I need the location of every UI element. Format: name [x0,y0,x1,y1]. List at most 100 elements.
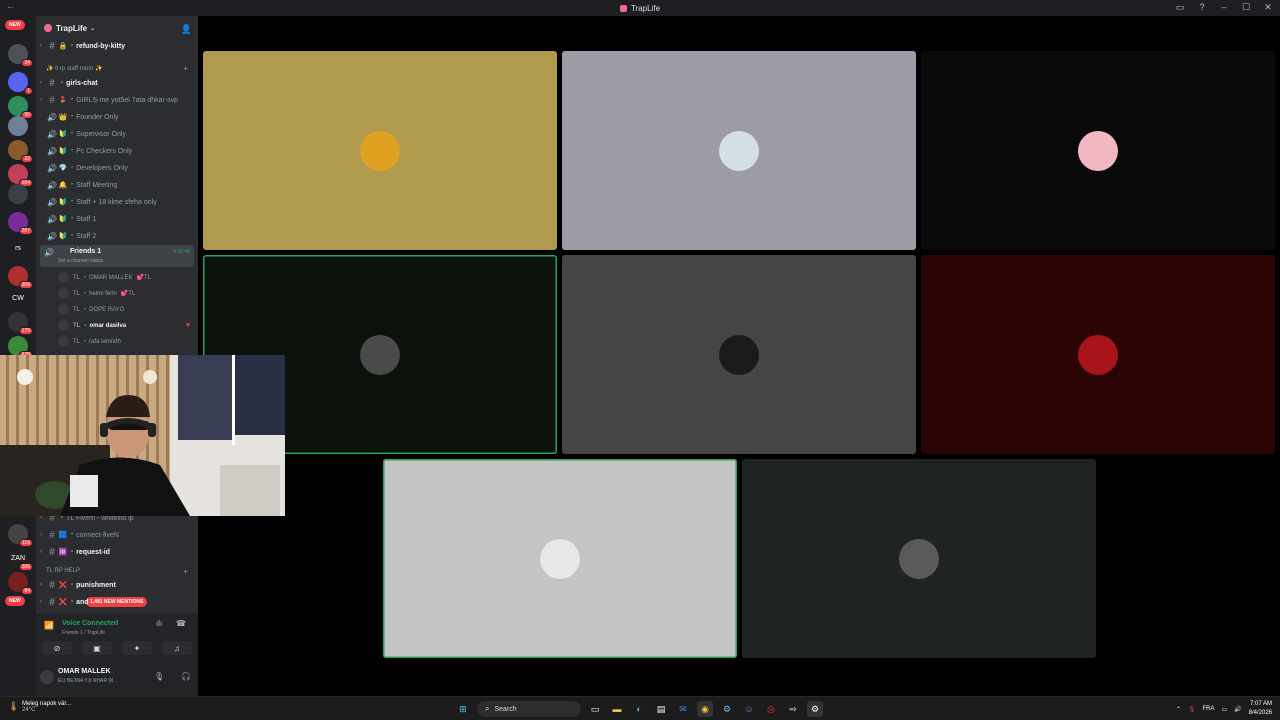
maximize-button[interactable]: ☐ [1240,2,1252,13]
mention-badge: 116 [19,539,33,547]
new-servers-pill[interactable]: NEW [5,596,25,606]
server-icon[interactable]: ZAN 306 [8,548,33,571]
participant-tile[interactable] [383,459,737,658]
inbox-icon[interactable]: ▭ [1174,2,1186,13]
disconnect-icon[interactable]: ☎ [176,619,186,628]
server-icon[interactable]: 164 [8,164,33,187]
store-icon[interactable]: ▤ [653,701,669,717]
server-icon[interactable]: 84 [8,572,33,595]
window-title: TrapLife [0,4,1280,13]
discord-icon[interactable]: ☺ [741,701,757,717]
voice-user[interactable]: TL • rafa lamridh [58,334,194,349]
voice-channel[interactable]: 🔊 🔰 • Staff 1 [40,211,194,227]
text-channel[interactable]: › # ❌ • and [40,594,194,610]
server-icon[interactable]: 179 [8,312,33,335]
network-icon[interactable]: ▭ [1221,706,1227,713]
category-header[interactable]: ✨ tl rp staff room ✨ + [46,62,194,74]
chrome-icon[interactable]: ◉ [697,701,713,717]
hash-icon: # [49,596,55,608]
voice-user[interactable]: TL • OMAR MALLEK 💕TL [58,270,194,285]
user-tag: TL [73,274,81,281]
participant-tile[interactable] [742,459,1096,658]
voice-channel[interactable]: 🔊 👑 • Founder Only [40,109,194,125]
server-icon[interactable]: rs [8,238,28,258]
voice-user[interactable]: TL • DOPE RAYO [58,302,194,317]
server-icon[interactable]: CW [8,288,28,308]
server-icon[interactable]: 22 [8,140,33,163]
text-channel[interactable]: › # 🔒 • refund-by-kitty [40,38,194,54]
tray-chevron-icon[interactable]: ⌃ [1176,706,1181,713]
participant-tile[interactable] [921,255,1275,454]
voice-channel[interactable]: 🔊 🔰 • Supervisor Only [40,126,194,142]
settings-app-icon[interactable]: ⚙ [807,701,823,717]
server-icon[interactable]: 678 [8,336,33,359]
voice-channel[interactable]: 🔊 🔔 • Staff Meeting [40,177,194,193]
text-channel[interactable]: › # ❌ • punishment [40,577,194,593]
edge-icon[interactable]: ◐ [631,701,647,717]
channel-name: request-id [76,548,110,556]
volume-icon[interactable]: 🔊 [1234,706,1241,713]
category-header[interactable]: TL RP HELP + [46,565,194,577]
text-channel[interactable]: › # 🟦 • connect-fiveN [40,527,194,543]
text-channel[interactable]: › # 💄 • GIRLS-me yot5el 7ata dhkar-svp [40,92,194,108]
arrow-app-icon[interactable]: ⇨ [785,701,801,717]
language-indicator[interactable]: FRA [1202,706,1214,712]
steam-icon[interactable]: ⚙ [719,701,735,717]
server-icon[interactable]: 116 [8,524,33,547]
category-name: ✨ tl rp staff room ✨ [46,65,103,72]
file-explorer-icon[interactable]: ▬ [609,701,625,717]
voice-channel[interactable]: 🔊 🔰 • Staff 2 [40,228,194,244]
text-channel[interactable]: › # 🆔 • request-id [40,544,194,560]
user-tag: TL [73,322,81,329]
server-icon[interactable] [8,116,28,136]
camera-off-button[interactable]: ⊘ [42,641,72,655]
voice-user[interactable]: TL • helmi ferhi 💕TL [58,286,194,301]
app-icon[interactable]: ◎ [763,701,779,717]
activities-button[interactable]: ✦ [122,641,152,655]
server-icon[interactable]: 96 [8,96,33,119]
invite-people-icon[interactable]: 👤 [181,24,192,35]
close-button[interactable]: ✕ [1262,2,1274,13]
server-icon[interactable]: 306 [8,266,33,289]
server-icon[interactable]: 287 [8,212,33,235]
noise-suppression-icon[interactable]: ılı [156,619,162,628]
server-icon[interactable]: 1 [8,72,33,95]
weather-widget[interactable]: 🌡 Meleg napok vár... 24°C [8,701,71,713]
avatar[interactable] [40,670,54,684]
add-channel-icon[interactable]: + [183,64,188,73]
tray-mic-icon[interactable]: 🎙 [1188,706,1196,713]
server-icon[interactable]: 24 [8,44,33,67]
mic-icon[interactable]: 🎙 [154,672,164,681]
help-icon[interactable]: ? [1196,2,1208,13]
username[interactable]: OMAR MALLEK [58,668,111,675]
server-icon[interactable] [8,184,28,204]
active-voice-channel[interactable]: 🔊 Friends 1 5:16:48 Set a channel status [40,245,194,267]
participant-tile[interactable] [921,51,1275,250]
voice-connected-sub[interactable]: Friends 1 / TrapLife [62,630,105,636]
channel-status[interactable]: Set a channel status [58,258,103,264]
soundboard-button[interactable]: ♫ [162,641,192,655]
separator-dot: • [71,182,74,188]
participant-tile[interactable] [562,51,916,250]
mail-icon[interactable]: ✉ [675,701,691,717]
mention-badge: 1 [24,87,33,95]
voice-channel[interactable]: 🔊 💎 • Developers Only [40,160,194,176]
channel-name: Supervisor Only [76,130,126,138]
participant-tile[interactable] [203,51,557,250]
windows-start-icon[interactable]: ⊞ [455,701,471,717]
headphones-icon[interactable]: 🎧 [181,672,191,681]
task-view-icon[interactable]: ▭ [587,701,603,717]
screen-share-button[interactable]: ▣ [82,641,112,655]
voice-channel[interactable]: 🔊 🔰 • Pc Checkers Only [40,143,194,159]
channel-name: Staff + 18 klme sfeha only [76,198,157,206]
text-channel[interactable]: › # • girls-chat [40,75,194,91]
clock[interactable]: 7:07 AM 8/4/2026 [1249,700,1272,718]
server-header[interactable]: TrapLife ⌄ 👤 [36,16,198,40]
new-servers-pill[interactable]: NEW [5,20,25,30]
taskbar-search[interactable]: ⌕ Search [477,701,581,717]
add-channel-icon[interactable]: + [183,567,188,576]
voice-channel[interactable]: 🔊 🔰 • Staff + 18 klme sfeha only [40,194,194,210]
voice-user[interactable]: TL • omar dasilva ♥ [58,318,194,333]
participant-tile[interactable] [562,255,916,454]
minimize-button[interactable]: – [1218,2,1230,13]
